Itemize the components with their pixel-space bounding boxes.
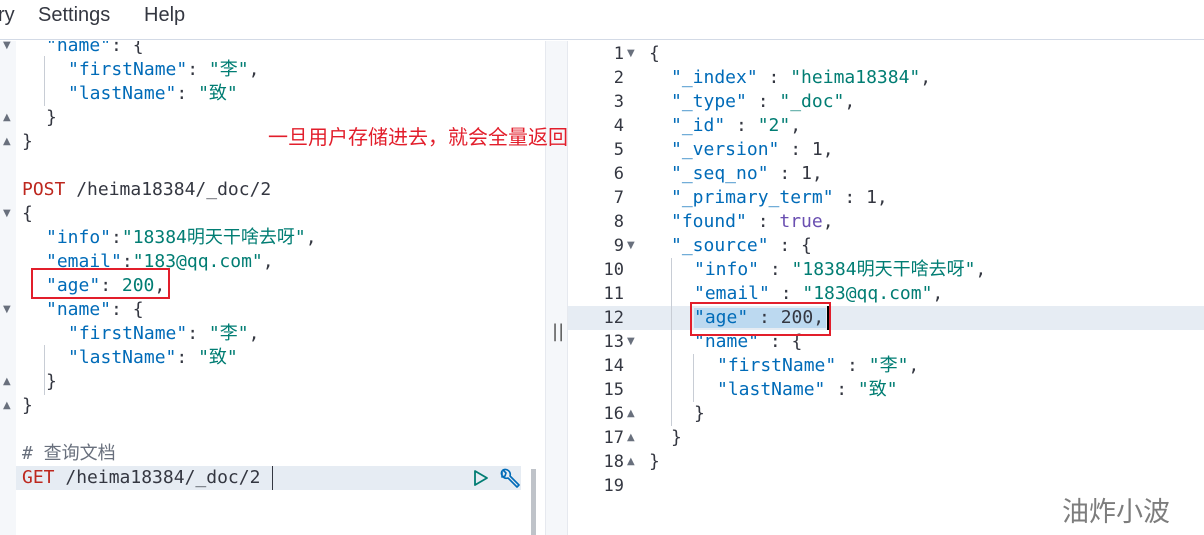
line-number: 1: [613, 44, 624, 64]
fold-arrow-icon[interactable]: ▲: [3, 130, 11, 154]
fold-arrow-icon[interactable]: ▼: [3, 202, 11, 226]
code-line: "firstName": "李",: [68, 323, 260, 344]
line-number: 5: [613, 140, 624, 160]
menu-bar: ry Settings Help: [0, 0, 1204, 40]
fold-arrow-icon[interactable]: ▼: [627, 330, 635, 354]
annotation-text: 一旦用户存储进去，就会全量返回: [268, 125, 568, 149]
line-number: 14: [603, 356, 624, 376]
indent-guide: [671, 258, 672, 426]
code-line: "firstName" : "李",: [717, 355, 920, 376]
code-line: {: [649, 43, 660, 64]
fold-arrow-icon[interactable]: ▼: [627, 42, 635, 66]
code-line: {: [22, 203, 33, 224]
line-number: 8: [613, 212, 624, 232]
request-line-post[interactable]: POST /heima18384/_doc/2: [22, 178, 271, 202]
code-line: "name": {: [46, 41, 144, 56]
wrench-icon[interactable]: [497, 468, 521, 490]
watermark-text: 油炸小波: [1062, 497, 1170, 528]
fold-arrow-icon[interactable]: ▲: [627, 426, 635, 450]
fold-arrow-icon[interactable]: ▼: [627, 234, 635, 258]
fold-arrow-icon[interactable]: ▲: [627, 450, 635, 474]
code-line: "_seq_no" : 1,: [671, 163, 823, 184]
line-number: 15: [603, 380, 624, 400]
indent-guide: [44, 345, 45, 395]
code-line: "_primary_term" : 1,: [671, 187, 888, 208]
request-line-get[interactable]: GET /heima18384/_doc/2: [22, 466, 260, 490]
fold-arrow-icon[interactable]: ▼: [3, 298, 11, 322]
pane-splitter[interactable]: ||: [545, 41, 568, 535]
code-line: "lastName": "致": [68, 83, 238, 104]
code-line: "lastName": "致": [68, 347, 238, 368]
code-line: "lastName" : "致": [717, 379, 898, 400]
line-number: 17: [603, 428, 624, 448]
line-number: 12: [603, 308, 624, 328]
line-number: 13: [603, 332, 624, 352]
active-line-highlight: [568, 306, 1204, 330]
code-line: }: [46, 107, 57, 128]
indent-guide: [44, 56, 45, 106]
indent-guide: [693, 354, 694, 402]
fold-arrow-icon[interactable]: ▲: [3, 370, 11, 394]
annotation-box: [31, 268, 170, 299]
play-icon[interactable]: [472, 469, 490, 487]
code-line: }: [46, 371, 57, 392]
fold-arrow-icon[interactable]: ▼: [3, 41, 11, 58]
response-viewer: 1 2 3 4 5 6 7 8 9 10 11 12 13 14 15 16 1…: [568, 41, 1204, 535]
line-number: 16: [603, 404, 624, 424]
menu-item-help[interactable]: Help: [144, 4, 185, 27]
code-line: "info":"18384明天干啥去呀",: [46, 227, 317, 248]
line-number: 9: [613, 236, 624, 256]
line-number: 10: [603, 260, 624, 280]
fold-arrow-icon[interactable]: ▲: [3, 106, 11, 130]
line-number: 3: [613, 92, 624, 112]
line-number: 11: [603, 284, 624, 304]
code-line: "_id" : "2",: [671, 115, 802, 136]
code-line: }: [22, 131, 33, 152]
fold-arrow-icon[interactable]: ▲: [3, 394, 11, 418]
line-number: 6: [613, 164, 624, 184]
line-number: 7: [613, 188, 624, 208]
drag-handle-icon[interactable]: ||: [552, 321, 564, 342]
text-cursor: [272, 466, 273, 490]
line-number: 4: [613, 116, 624, 136]
code-line: "_index" : "heima18384",: [671, 67, 932, 88]
code-line: "firstName": "李",: [68, 59, 260, 80]
line-number: 2: [613, 68, 624, 88]
code-line: "_type" : "_doc",: [671, 91, 856, 112]
code-line: "_version" : 1,: [671, 139, 834, 160]
menu-item-history[interactable]: ry: [0, 4, 15, 27]
code-line: "info" : "18384明天干啥去呀",: [694, 259, 987, 280]
code-line: "_source" : {: [671, 235, 812, 256]
code-line: "name": {: [46, 299, 144, 320]
code-line: }: [694, 403, 705, 424]
line-number: 18: [603, 452, 624, 472]
code-line: }: [649, 451, 660, 472]
annotation-box: [690, 302, 831, 336]
code-line: "found" : true,: [671, 211, 834, 232]
code-comment: # 查询文档: [22, 443, 116, 464]
request-editor[interactable]: ▼ ▲ ▲ ▼ ▼ ▲ ▲ "name": { "firstName": "李"…: [0, 41, 545, 535]
request-editor-scrollbar[interactable]: [531, 469, 536, 535]
menu-item-settings[interactable]: Settings: [38, 4, 110, 27]
code-line: }: [671, 427, 682, 448]
code-line: }: [22, 395, 33, 416]
fold-arrow-icon[interactable]: ▲: [627, 402, 635, 426]
line-number: 19: [603, 476, 624, 496]
